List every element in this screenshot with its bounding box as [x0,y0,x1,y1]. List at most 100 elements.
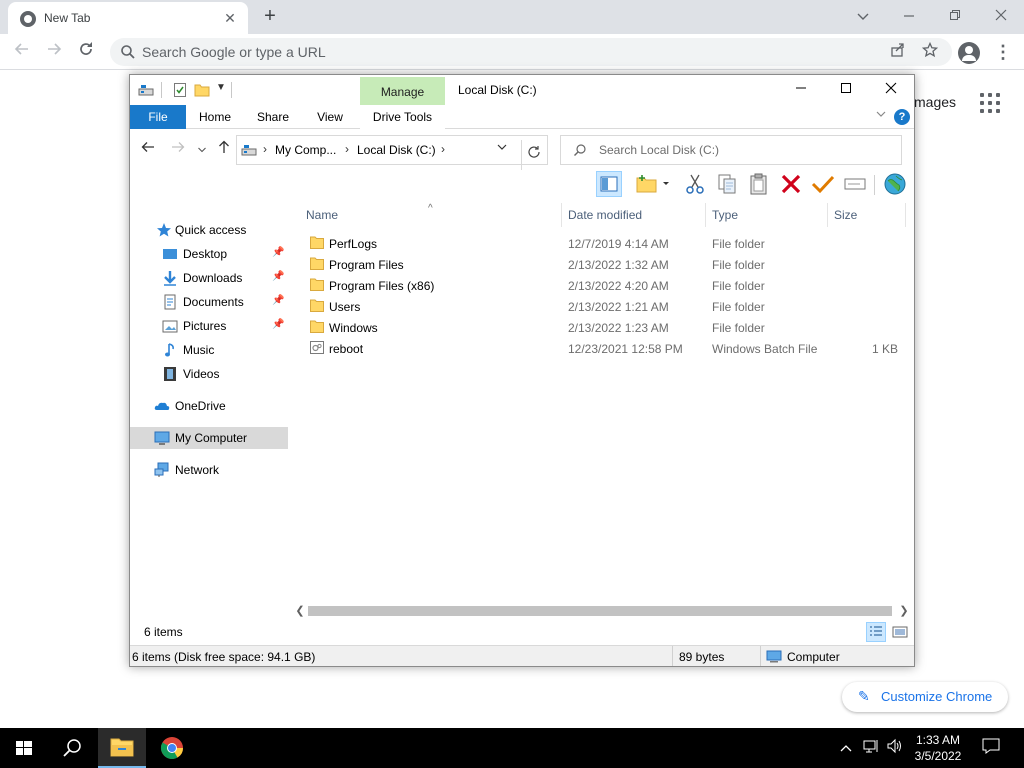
tab-home[interactable]: Home [190,105,240,129]
column-header-size[interactable]: Size [828,203,906,227]
details-view-icon[interactable] [866,622,886,642]
browser-tab-new-tab[interactable]: New Tab ✕ [8,2,248,34]
customize-chrome-button[interactable]: ✎ Customize Chrome [842,682,1008,712]
tab-drive-tools[interactable]: Drive Tools [360,105,445,129]
file-row[interactable]: Program Files 2/13/2022 1:32 AM File fol… [292,254,908,275]
taskbar-clock[interactable]: 1:33 AM 3/5/2022 [908,732,968,764]
nav-downloads[interactable]: Downloads 📌 [130,267,288,289]
recent-locations-chevron-icon[interactable] [192,140,212,160]
scroll-right-icon[interactable]: ❯ [896,603,912,619]
nav-my-computer[interactable]: My Computer [130,427,288,449]
nav-music[interactable]: Music [130,339,288,361]
explorer-forward-icon[interactable] [168,140,188,160]
clock-time: 1:33 AM [915,733,961,747]
bookmark-star-icon[interactable] [920,41,940,62]
explorer-search-box[interactable] [560,135,902,165]
horizontal-scrollbar[interactable]: ❮ ❯ [292,603,912,619]
omnibox-input[interactable] [142,38,882,66]
delete-icon[interactable] [778,171,804,197]
tab-search-icon[interactable] [840,2,886,30]
pin-icon[interactable]: 📌 [272,247,284,258]
copy-icon[interactable] [714,171,740,197]
breadcrumb-local-disk[interactable]: Local Disk (C:) [357,143,436,157]
reload-icon[interactable] [74,40,98,64]
rename-icon[interactable] [842,171,868,197]
folder-icon [310,257,324,270]
volume-icon[interactable] [886,738,904,758]
tab-close-icon[interactable]: ✕ [220,8,240,28]
scrollbar-thumb[interactable] [308,606,892,616]
chrome-menu-icon[interactable]: ⋮ [994,40,1012,64]
back-icon[interactable] [10,40,34,64]
explorer-close-icon[interactable] [868,75,914,105]
file-row[interactable]: Users 2/13/2022 1:21 AM File folder [292,296,908,317]
file-row[interactable]: Program Files (x86) 2/13/2022 4:20 AM Fi… [292,275,908,296]
help-icon[interactable]: ? [894,109,910,125]
file-name: Program Files (x86) [329,279,435,293]
new-item-dropdown-icon[interactable] [660,171,676,197]
nav-desktop[interactable]: Desktop 📌 [130,243,288,265]
new-folder-button[interactable] [634,171,660,197]
tab-manage[interactable]: Manage [360,77,445,105]
breadcrumb-separator-icon[interactable]: › [441,142,445,156]
explorer-maximize-icon[interactable] [823,75,869,105]
explorer-search-input[interactable] [599,136,889,164]
address-dropdown-icon[interactable] [497,142,507,154]
explorer-back-icon[interactable] [138,140,158,160]
ntp-images-link[interactable]: mages [914,94,956,110]
notifications-icon[interactable] [982,738,1000,758]
globe-icon[interactable] [882,171,908,197]
forward-icon[interactable] [42,40,66,64]
new-folder-icon[interactable] [194,82,210,98]
tab-file[interactable]: File [130,105,186,129]
start-windows-icon[interactable] [0,728,48,768]
breadcrumb-separator-icon[interactable]: › [345,142,349,156]
refresh-icon[interactable] [521,140,545,170]
file-row[interactable]: PerfLogs 12/7/2019 4:14 AM File folder [292,233,908,254]
pin-icon[interactable]: 📌 [272,319,284,330]
column-header-name[interactable]: ^ Name [292,203,562,227]
cut-icon[interactable] [682,171,708,197]
file-row[interactable]: reboot 12/23/2021 12:58 PM Windows Batch… [292,338,908,359]
paste-icon[interactable] [746,171,772,197]
nav-pictures[interactable]: Pictures 📌 [130,315,288,337]
up-level-icon[interactable] [214,140,234,160]
preview-pane-button[interactable] [596,171,622,197]
properties-icon[interactable] [172,82,188,98]
tab-share[interactable]: Share [248,105,298,129]
nav-quick-access[interactable]: Quick access [130,219,288,241]
qat-customize-icon[interactable]: ▼ [216,82,226,93]
nav-network[interactable]: Network [130,459,288,481]
taskbar-file-explorer-icon[interactable] [98,728,146,768]
nav-onedrive[interactable]: OneDrive [130,395,288,417]
nav-documents[interactable]: Documents 📌 [130,291,288,313]
google-apps-icon[interactable] [980,93,1000,113]
minimize-icon[interactable] [886,2,932,30]
ribbon-expand-chevron-icon[interactable] [874,108,888,124]
breadcrumb-my-computer[interactable]: My Comp... [275,143,336,157]
breadcrumb-separator-icon[interactable]: › [263,142,267,156]
column-header-date[interactable]: Date modified [562,203,706,227]
show-hidden-icons-chevron-icon[interactable] [837,738,855,758]
profile-avatar-icon[interactable] [958,42,980,64]
omnibox[interactable] [110,38,952,66]
checkmark-icon[interactable] [810,171,836,197]
nav-videos[interactable]: Videos [130,363,288,385]
restore-icon[interactable] [932,2,978,30]
explorer-minimize-icon[interactable] [778,75,824,105]
close-window-icon[interactable] [978,2,1024,30]
network-tray-icon[interactable] [862,738,880,758]
new-tab-button[interactable]: + [258,4,282,28]
taskbar-chrome-icon[interactable] [148,728,196,768]
large-icons-view-icon[interactable] [890,622,910,642]
pin-icon[interactable]: 📌 [272,271,284,282]
taskbar-search-icon[interactable] [48,728,96,768]
share-icon[interactable] [888,42,908,62]
file-row[interactable]: Windows 2/13/2022 1:23 AM File folder [292,317,908,338]
column-header-type[interactable]: Type [706,203,828,227]
file-name: Program Files [329,258,404,272]
tab-view[interactable]: View [306,105,354,129]
address-bar[interactable]: › My Comp... › Local Disk (C:) › [236,135,548,170]
scroll-left-icon[interactable]: ❮ [292,603,308,619]
pin-icon[interactable]: 📌 [272,295,284,306]
